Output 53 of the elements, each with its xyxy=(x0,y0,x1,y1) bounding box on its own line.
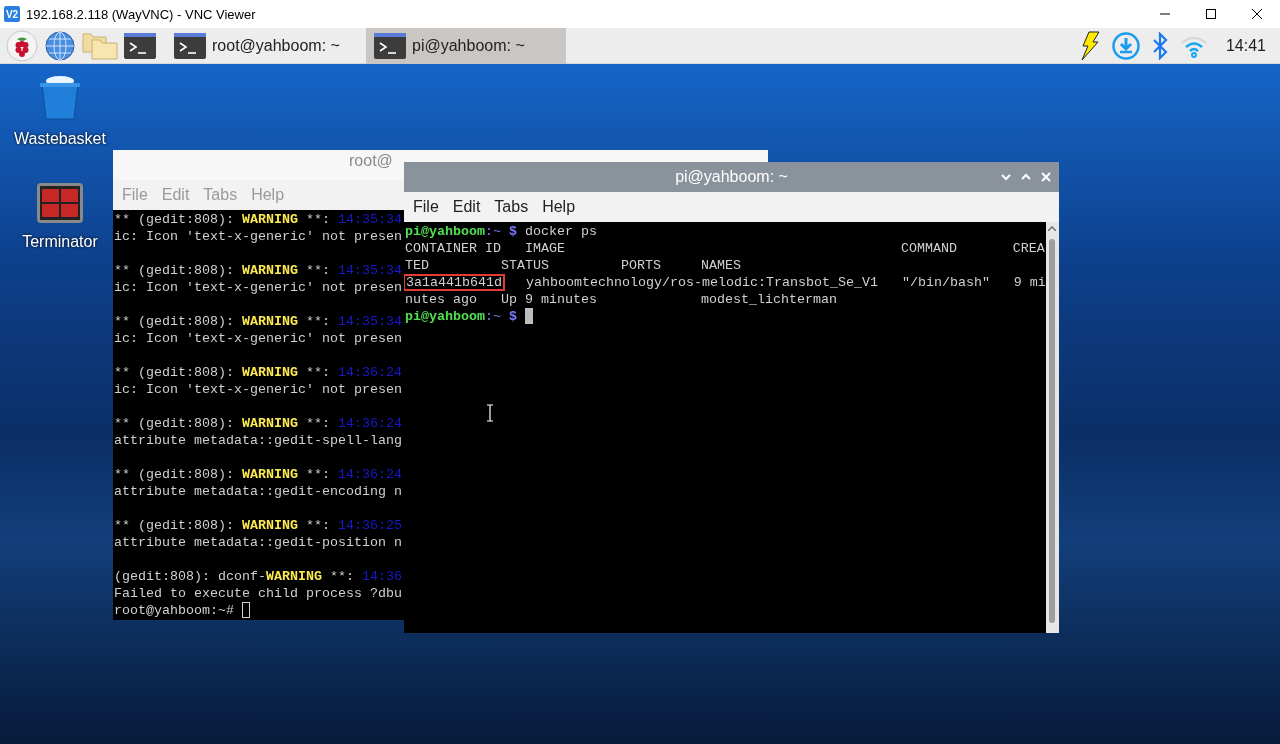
terminal-line: Failed to execute child process ?dbu xyxy=(114,585,402,602)
terminal-line: (gedit:808): dconf-WARNING **: 14:36 xyxy=(114,568,402,585)
raspberry-icon[interactable] xyxy=(6,29,38,62)
terminal-line: ic: Icon 'text-x-generic' not presen xyxy=(114,381,402,398)
terminal-line: ** (gedit:808): WARNING **: 14:35:34 xyxy=(114,262,402,279)
bluetooth-icon[interactable] xyxy=(1151,31,1168,60)
terminal-line: pi@yahboom:~ $ xyxy=(405,308,517,325)
taskbar-button[interactable]: pi@yahboom: ~ xyxy=(366,27,566,64)
desktop-icon-label[interactable]: Wastebasket xyxy=(14,130,106,148)
terminal-line: TED STATUS PORTS NAMES xyxy=(405,257,741,274)
terminal-line: ** (gedit:808): WARNING **: 14:35:34 xyxy=(114,211,402,228)
highlighted-id: 3a1a441b641d xyxy=(404,274,505,291)
close-icon[interactable] xyxy=(1039,170,1053,184)
text-cursor-icon xyxy=(486,404,494,422)
terminal-line: yahboomtechnology/ros-melodic:Transbot_Se_V1 "/bin/bash" 9 mi xyxy=(524,274,1046,291)
terminal-line: ic: Icon 'text-x-generic' not presen xyxy=(114,228,402,245)
terminal-icon xyxy=(374,32,406,59)
scroll-up-icon[interactable] xyxy=(1048,226,1057,231)
trash-icon[interactable] xyxy=(38,74,82,120)
close-icon xyxy=(1251,8,1263,20)
clock[interactable]: 14:41 xyxy=(1225,36,1266,55)
terminal-line: ** (gedit:808): WARNING **: 14:36:24 xyxy=(114,415,402,432)
terminal-line: ** (gedit:808): WARNING **: 14:36:24 xyxy=(114,466,402,483)
terminal-line: ** (gedit:808): WARNING **: 14:36:25 xyxy=(114,517,402,534)
terminal-line: root@yahboom:~# xyxy=(114,602,234,619)
maximize-icon xyxy=(1205,8,1217,20)
terminal-line: ** (gedit:808): WARNING **: 14:35:34 xyxy=(114,313,402,330)
lightning-icon[interactable] xyxy=(1079,30,1100,61)
scrollbar[interactable] xyxy=(1045,222,1059,633)
terminal-line: ** (gedit:808): WARNING **: 14:36:24 xyxy=(114,364,402,381)
terminal-line: attribute metadata::gedit-encoding n xyxy=(114,483,402,500)
window-title: pi@yahboom: ~ xyxy=(675,168,788,186)
menu-item[interactable]: File xyxy=(408,198,444,216)
window-title: root@ xyxy=(349,152,393,170)
window-title: 192.168.2.118 (WayVNC) - VNC Viewer xyxy=(26,6,257,22)
globe-icon[interactable] xyxy=(44,29,76,62)
terminal-icon xyxy=(174,32,206,59)
terminal-line: nutes ago Up 9 minutes modest_lichterman xyxy=(405,291,837,308)
menu-item[interactable]: Edit xyxy=(447,198,486,216)
terminal-line: ic: Icon 'text-x-generic' not presen xyxy=(114,279,402,296)
terminal-line: ic: Icon 'text-x-generic' not presen xyxy=(114,330,402,347)
desktop-icon-label[interactable]: Terminator xyxy=(22,233,98,251)
terminal-icon[interactable] xyxy=(124,32,156,59)
terminal-line: attribute metadata::gedit-spell-lang xyxy=(114,432,402,449)
app-logo: V2 xyxy=(4,6,20,22)
terminal-line: CONTAINER ID IMAGE COMMAND CREA xyxy=(405,240,1045,257)
taskbar-button[interactable]: root@yahboom: ~ xyxy=(166,27,366,64)
menu-item[interactable]: Help xyxy=(537,198,581,216)
terminal-grid-icon[interactable] xyxy=(37,183,83,223)
menu-item[interactable]: Tabs xyxy=(489,198,534,216)
download-icon[interactable] xyxy=(1111,31,1140,60)
terminal-line: attribute metadata::gedit-position n xyxy=(114,534,402,551)
terminal-line: pi@yahboom:~ $ docker ps xyxy=(405,223,597,240)
